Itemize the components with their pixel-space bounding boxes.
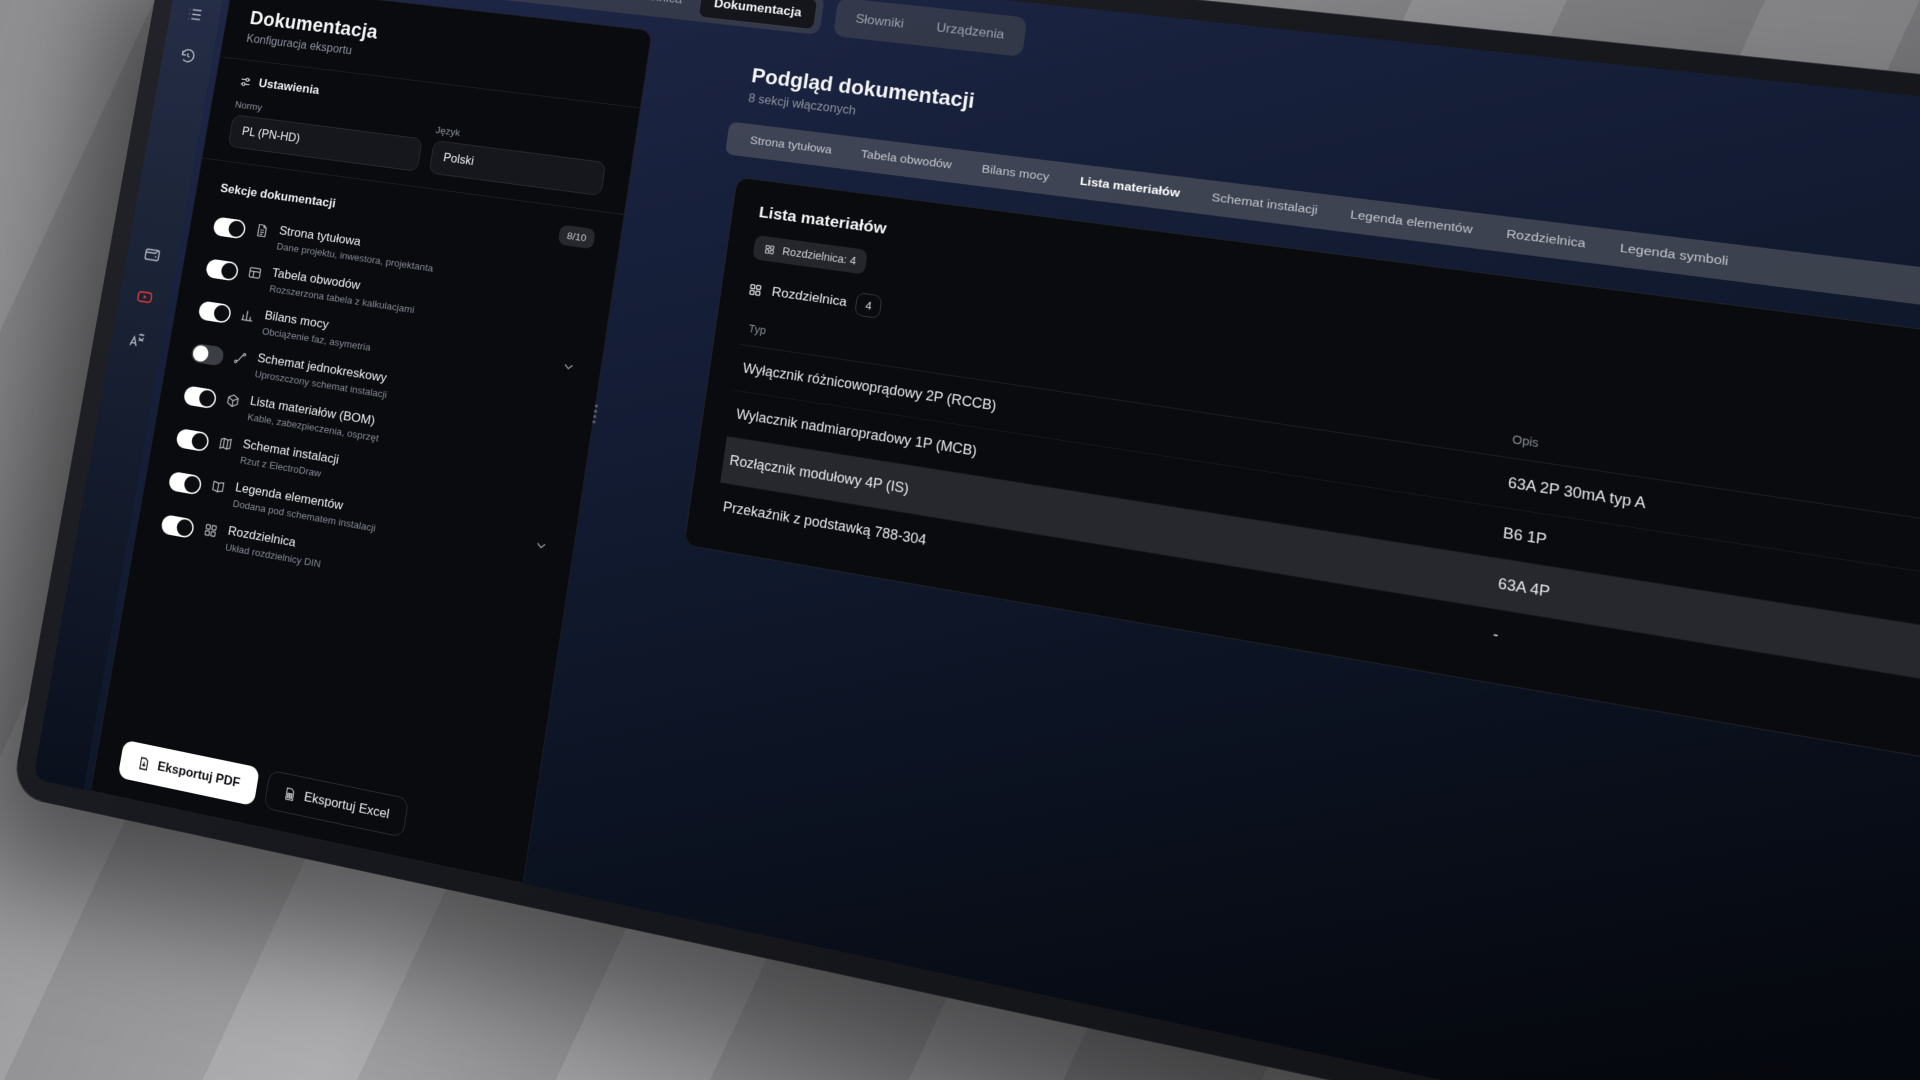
subtab-schemat-instalacji[interactable]: Schemat instalacji bbox=[1211, 191, 1319, 218]
grid-2x2-icon bbox=[202, 521, 219, 539]
subtab-rozdzielnica[interactable]: Rozdzielnica bbox=[1506, 227, 1587, 251]
group-label: Rozdzielnica bbox=[771, 284, 848, 310]
grid-2x2-icon bbox=[747, 281, 764, 297]
subtab-tabela-obwodow[interactable]: Tabela obwodów bbox=[860, 148, 952, 173]
section-toggle-list: Strona tytułowa Dane projektu, inwestora… bbox=[158, 207, 592, 617]
filter-badge-label: Rozdzielnica: 4 bbox=[782, 245, 857, 267]
export-excel-label: Eksportuj Excel bbox=[303, 789, 391, 822]
download-icon bbox=[136, 755, 152, 772]
translate-icon[interactable] bbox=[127, 329, 148, 350]
tab-dokumentacja[interactable]: Dokumentacja bbox=[698, 0, 818, 30]
box-icon bbox=[224, 392, 241, 410]
file-text-icon bbox=[254, 222, 271, 239]
spreadsheet-icon bbox=[282, 785, 298, 802]
history-icon[interactable] bbox=[177, 46, 197, 66]
toggle-switch[interactable] bbox=[212, 216, 246, 239]
table-icon bbox=[246, 264, 263, 281]
sections-count-badge: 8/10 bbox=[557, 224, 596, 249]
app-window: Podstawowe Obwody Instalacja na planie R… bbox=[83, 0, 1920, 1080]
toggle-knob bbox=[191, 432, 209, 451]
toggle-switch[interactable] bbox=[190, 343, 225, 367]
list-icon[interactable] bbox=[185, 5, 205, 25]
chevron-down-icon[interactable] bbox=[534, 538, 549, 553]
secondary-tab-group: Słowniki Urządzenia bbox=[833, 0, 1027, 57]
toggle-knob bbox=[213, 304, 231, 322]
wallet-icon[interactable] bbox=[142, 244, 163, 265]
tab-urzadzenia[interactable]: Urządzenia bbox=[920, 11, 1020, 51]
bar-chart-icon bbox=[239, 307, 256, 324]
grid-2x2-icon bbox=[763, 243, 776, 256]
toggle-switch[interactable] bbox=[183, 385, 218, 409]
sliders-icon bbox=[238, 74, 253, 89]
youtube-icon[interactable] bbox=[134, 287, 155, 308]
toggle-switch[interactable] bbox=[168, 471, 203, 496]
route-icon bbox=[232, 349, 249, 366]
settings-heading: Ustawienia bbox=[258, 76, 321, 98]
monitor-device: Podstawowe Obwody Instalacja na planie R… bbox=[12, 0, 1920, 1080]
screen: Podstawowe Obwody Instalacja na planie R… bbox=[33, 0, 1920, 1080]
export-excel-button[interactable]: Eksportuj Excel bbox=[264, 770, 410, 838]
desk-background: Podstawowe Obwody Instalacja na planie R… bbox=[0, 0, 1920, 1080]
chevron-down-icon[interactable] bbox=[561, 359, 576, 374]
export-pdf-label: Eksportuj PDF bbox=[156, 759, 241, 791]
toggle-switch[interactable] bbox=[175, 428, 210, 452]
tab-slowniki[interactable]: Słowniki bbox=[840, 3, 920, 41]
norms-field: Normy PL (PN-HD) bbox=[228, 99, 426, 172]
tab-instalacja-na-planie[interactable]: Instalacja na planie bbox=[462, 0, 596, 5]
materials-table: Typ Opis Ilość Jednostka Wyłącznik różni… bbox=[714, 312, 1920, 827]
subtab-lista-materialow[interactable]: Lista materiałów bbox=[1079, 175, 1181, 201]
toggle-knob bbox=[176, 518, 194, 537]
toggle-knob bbox=[198, 389, 216, 407]
subtab-bilans-mocy[interactable]: Bilans mocy bbox=[981, 162, 1050, 184]
toggle-knob bbox=[220, 262, 238, 280]
language-field: Język Polski bbox=[429, 124, 609, 196]
toggle-knob bbox=[227, 220, 245, 238]
toggle-knob bbox=[183, 475, 201, 494]
app-body: Dokumentacja Konfiguracja eksportu Ustaw… bbox=[83, 0, 1920, 1080]
main-content: Podgląd dokumentacji 8 sekcji włączonych… bbox=[523, 30, 1920, 1080]
toggle-switch[interactable] bbox=[198, 300, 233, 323]
toggle-knob bbox=[192, 344, 210, 362]
toggle-switch[interactable] bbox=[160, 514, 195, 539]
export-pdf-button[interactable]: Eksportuj PDF bbox=[118, 740, 260, 806]
filter-badge[interactable]: Rozdzielnica: 4 bbox=[752, 235, 868, 275]
book-open-icon bbox=[210, 478, 227, 496]
map-icon bbox=[217, 435, 234, 453]
sections-heading: Sekcje dokumentacji bbox=[219, 181, 337, 211]
rail-spacer bbox=[158, 88, 182, 221]
subtab-legenda-symboli[interactable]: Legenda symboli bbox=[1619, 241, 1729, 269]
sidebar-footer: Eksportuj PDF Eksportuj Excel bbox=[118, 726, 509, 858]
subtab-legenda-elementow[interactable]: Legenda elementów bbox=[1350, 208, 1474, 238]
tab-rozdzielnica[interactable]: Rozdzielnica bbox=[596, 0, 697, 16]
subtab-strona-tytulowa[interactable]: Strona tytułowa bbox=[749, 134, 833, 158]
card-title: Lista materiałów bbox=[758, 203, 888, 238]
toggle-switch[interactable] bbox=[205, 258, 239, 281]
group-count-badge: 4 bbox=[854, 292, 882, 319]
